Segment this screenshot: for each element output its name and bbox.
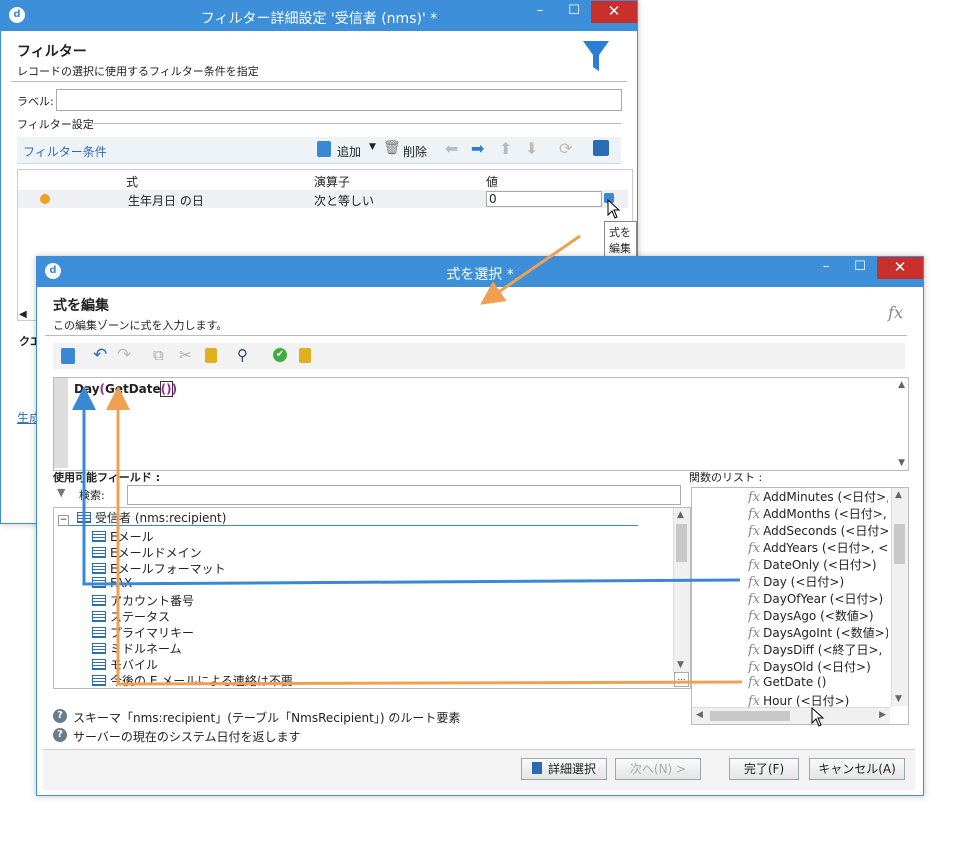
annotation-arrows xyxy=(72,234,743,686)
orange-arrow-getdate xyxy=(106,386,743,686)
blue-arrow-day xyxy=(72,386,741,586)
orange-arrow-tooltip xyxy=(480,234,581,305)
